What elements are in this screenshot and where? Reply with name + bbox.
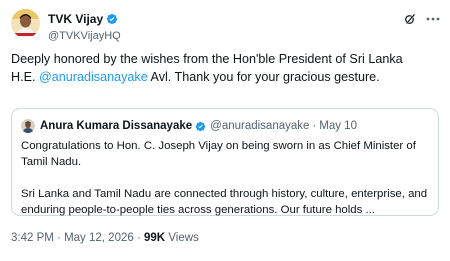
tweet-text: Deeply honored by the wishes from the Ho… [11,50,441,86]
tweet-date[interactable]: May 12, 2026 [64,232,134,244]
tweet-footer: 3:42 PM · May 12, 2026 · 99K Views [11,232,199,244]
tweet-text-suffix: Avl. Thank you for your gracious gesture… [147,70,380,84]
avatar-portrait-icon [21,119,35,133]
quoted-paragraph: Congratulations to Hon. C. Joseph Vijay … [21,140,416,168]
tweet-text-line1: Deeply honored by the wishes from the Ho… [11,52,403,66]
grok-icon[interactable] [404,13,416,25]
quoted-separator: · [312,120,317,132]
quoted-tweet-text: Congratulations to Hon. C. Joseph Vijay … [21,138,431,218]
views-label: Views [168,232,199,244]
author-info: TVK Vijay @TVKVijayHQ [48,11,121,44]
quoted-author-name[interactable]: Anura Kumara Dissanayake [40,120,192,132]
mention-link[interactable]: @anuradisanayake [39,70,148,84]
quoted-date[interactable]: May 10 [319,120,357,132]
quoted-tweet-header: Anura Kumara Dissanayake @anuradisanayak… [21,118,357,134]
tweet-card: TVK Vijay @TVKVijayHQ Deeply honored by … [0,0,450,261]
verified-badge-icon [107,13,118,25]
quoted-author-handle[interactable]: @anuradisanayake [210,120,309,132]
quoted-paragraph: Sri Lanka and Tamil Nadu are connected t… [21,188,428,216]
author-display-name[interactable]: TVK Vijay [48,12,103,26]
author-handle[interactable]: @TVKVijayHQ [48,30,121,44]
quoted-tweet[interactable]: Anura Kumara Dissanayake @anuradisanayak… [11,108,439,216]
avatar-portrait-icon [11,9,40,38]
quoted-author-avatar[interactable] [21,119,35,133]
tweet-time[interactable]: 3:42 PM [11,232,54,244]
footer-separator: · [136,232,141,244]
views-count[interactable]: 99K [144,232,165,244]
tweet-top-actions [404,13,440,25]
more-options-icon[interactable] [426,17,440,21]
verified-badge-icon [195,121,206,131]
author-avatar[interactable] [11,9,40,38]
tweet-text-line2: H.E. @anuradisanayake Avl. Thank you for… [11,68,441,86]
footer-separator: · [57,232,61,244]
tweet-text-prefix: H.E. [11,70,39,84]
